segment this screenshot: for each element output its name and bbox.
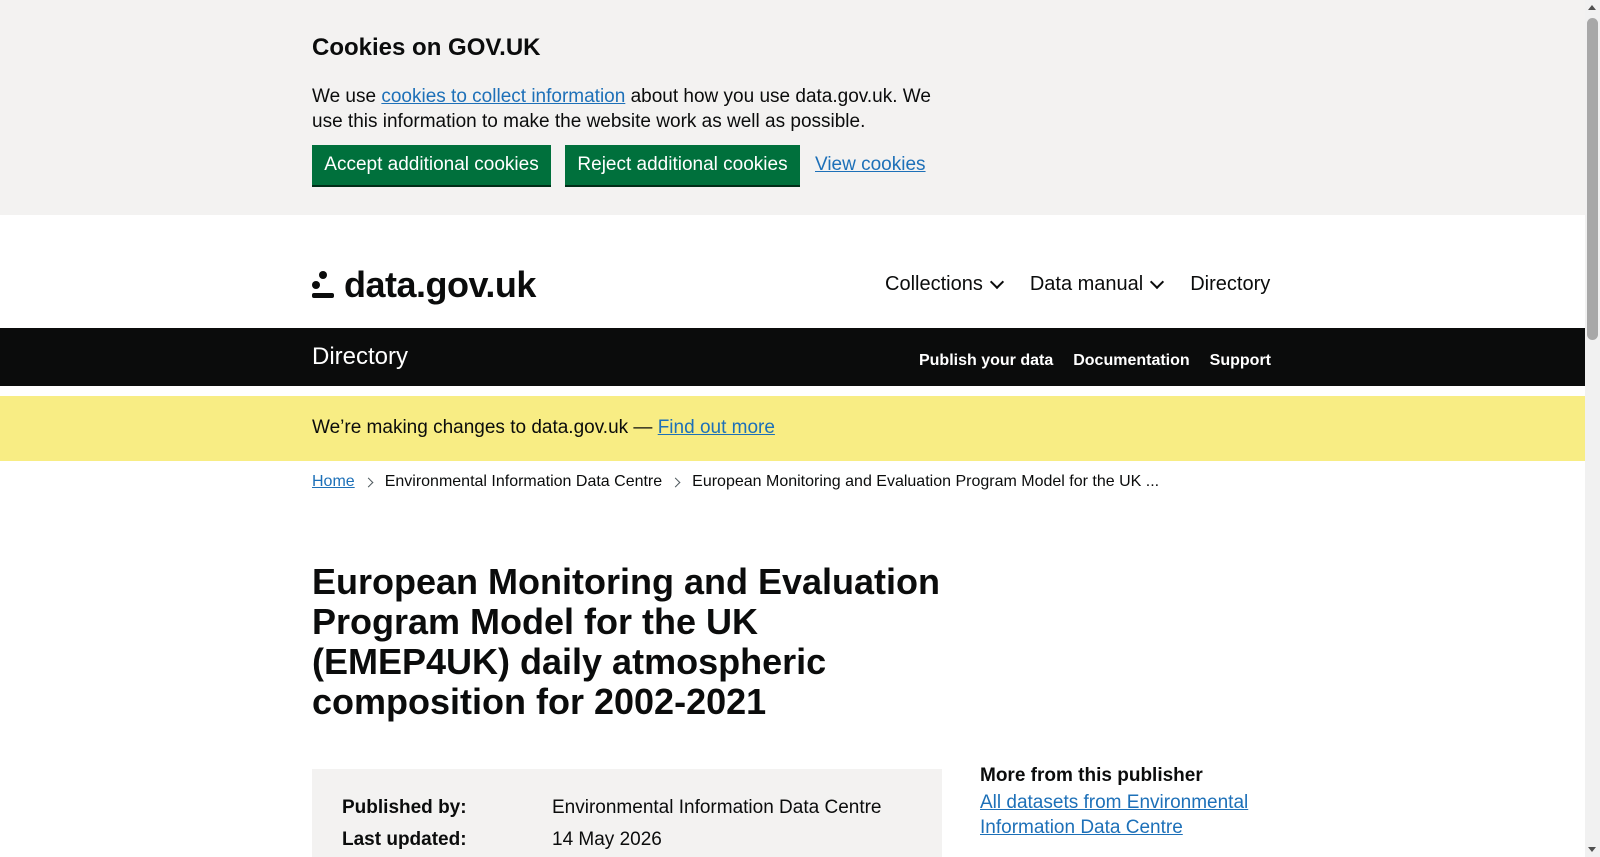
notice-message: We’re making changes to data.gov.uk — — [312, 417, 658, 438]
nav-data-manual[interactable]: Data manual — [1029, 273, 1165, 296]
chevron-right-icon — [363, 477, 374, 487]
cookie-banner-title: Cookies on GOV.UK — [312, 34, 541, 61]
page: Cookies on GOV.UK We use cookies to coll… — [0, 0, 1585, 857]
nav-collections-label: Collections — [885, 273, 983, 295]
chevron-right-icon — [670, 477, 681, 487]
site-logo[interactable]: data.gov.uk — [312, 264, 536, 305]
nav-directory[interactable]: Directory — [1190, 273, 1270, 296]
nav-collections[interactable]: Collections — [885, 273, 1004, 296]
find-out-more-link[interactable]: Find out more — [658, 417, 775, 438]
all-datasets-link[interactable]: All datasets from Environmental Informat… — [980, 792, 1248, 838]
page-title: European Monitoring and Evaluation Progr… — [312, 561, 941, 722]
vertical-scrollbar[interactable] — [1585, 0, 1600, 857]
nav-data-manual-label: Data manual — [1029, 273, 1144, 295]
scroll-up-arrow-icon[interactable] — [1588, 5, 1596, 10]
support-link[interactable]: Support — [1210, 352, 1271, 370]
cookies-info-link[interactable]: cookies to collect information — [381, 86, 625, 107]
breadcrumb-current: European Monitoring and Evaluation Progr… — [692, 473, 1160, 490]
cookie-banner-text: We use cookies to collect information ab… — [312, 84, 952, 134]
publisher-sidebar: More from this publisher All datasets fr… — [980, 765, 1270, 840]
chevron-down-icon — [1150, 274, 1165, 289]
nav-directory-label: Directory — [1190, 273, 1271, 295]
reject-cookies-button[interactable]: Reject additional cookies — [565, 145, 800, 185]
breadcrumb: Home Environmental Information Data Cent… — [312, 473, 1159, 491]
notice-text: We’re making changes to data.gov.uk — Fi… — [312, 417, 775, 439]
accept-cookies-button[interactable]: Accept additional cookies — [312, 145, 551, 185]
publish-data-link[interactable]: Publish your data — [919, 352, 1053, 370]
documentation-link[interactable]: Documentation — [1073, 352, 1189, 370]
section-title[interactable]: Directory — [312, 343, 408, 371]
summary-row-last-updated: Last updated: 14 May 2026 — [342, 829, 662, 851]
summary-row-published-by: Published by: Environmental Information … — [342, 797, 882, 819]
scroll-thumb[interactable] — [1587, 18, 1598, 340]
breadcrumb-home[interactable]: Home — [312, 473, 355, 491]
logo-mark-icon — [312, 269, 338, 301]
last-updated-value: 14 May 2026 — [552, 829, 662, 850]
dataset-summary: Published by: Environmental Information … — [312, 769, 942, 857]
cookie-text-before: We use — [312, 86, 382, 107]
cookie-banner: Cookies on GOV.UK We use cookies to coll… — [0, 0, 1585, 215]
changes-notice: We’re making changes to data.gov.uk — Fi… — [0, 396, 1585, 461]
sidebar-heading: More from this publisher — [980, 765, 1203, 786]
section-bar: Directory Publish your data Documentatio… — [0, 328, 1585, 386]
breadcrumb-publisher: Environmental Information Data Centre — [384, 473, 663, 490]
logo-text: data.gov.uk — [344, 264, 536, 305]
view-cookies-link[interactable]: View cookies — [815, 154, 926, 176]
site-header: data.gov.uk Collections Data manual Dire… — [0, 215, 1585, 328]
section-nav: Publish your data Documentation Support — [899, 352, 1271, 370]
main-nav: Collections Data manual Directory — [885, 273, 1270, 296]
chevron-down-icon — [989, 274, 1004, 289]
published-by-value: Environmental Information Data Centre — [552, 797, 882, 818]
scroll-down-arrow-icon[interactable] — [1588, 847, 1596, 852]
last-updated-label: Last updated: — [342, 829, 467, 850]
published-by-label: Published by: — [342, 797, 467, 818]
